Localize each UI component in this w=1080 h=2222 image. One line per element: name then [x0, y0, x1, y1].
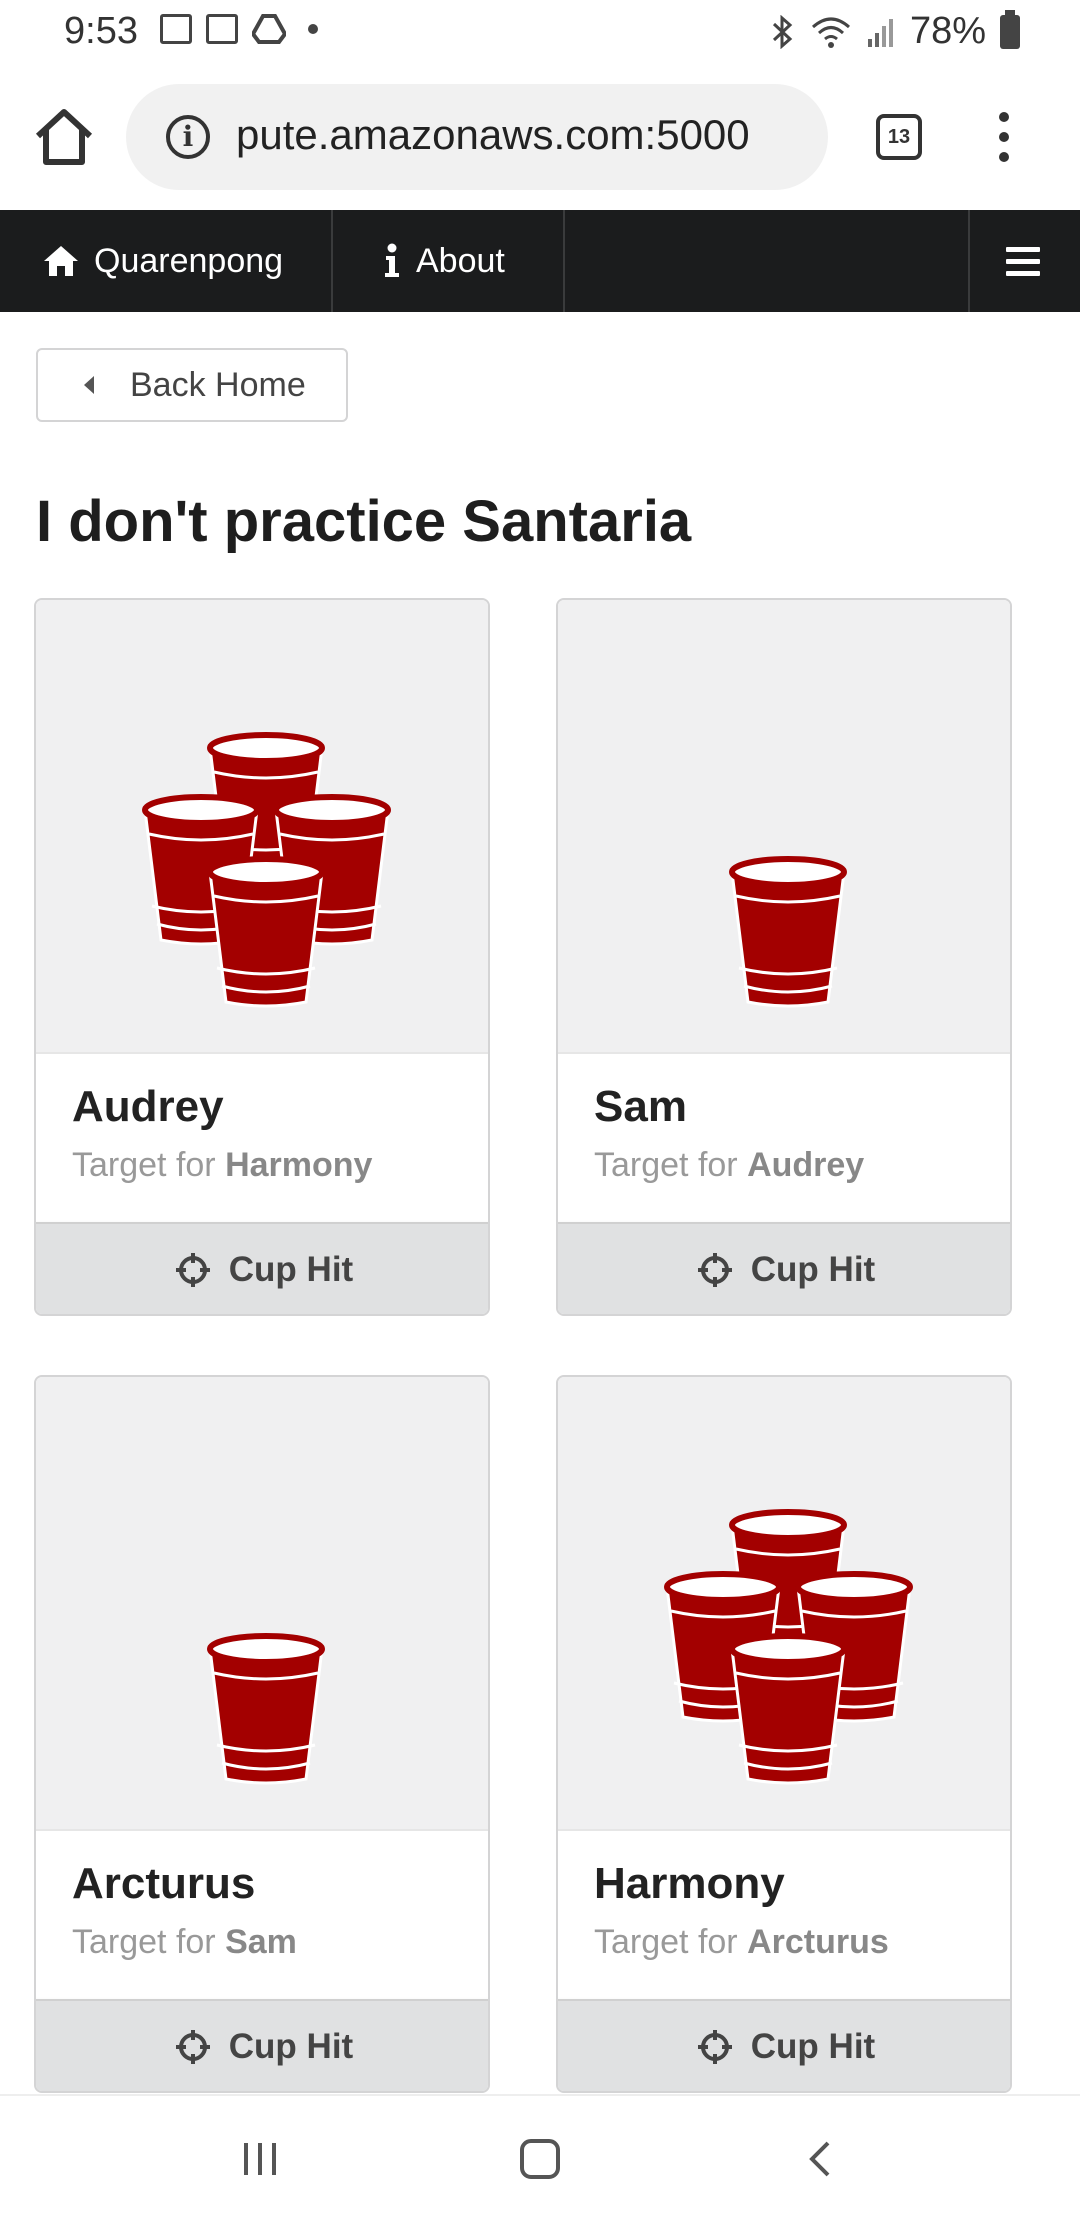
notification-icons [160, 14, 318, 44]
player-target: Target for Arcturus [594, 1923, 889, 1962]
player-target: Target for Harmony [72, 1146, 372, 1185]
cup-icon [207, 1633, 325, 1785]
hamburger-menu-icon[interactable] [1006, 247, 1040, 283]
status-bar: 9:53 78% [0, 0, 1080, 66]
cup-hit-button[interactable]: Cup Hit [558, 1222, 1010, 1314]
back-nav-icon[interactable] [780, 2096, 860, 2222]
player-card: Audrey Target for Harmony Cup Hit [34, 598, 490, 1316]
tab-switcher-button[interactable]: 13 [876, 114, 922, 160]
player-name: Arcturus [72, 1859, 256, 1908]
site-navbar: Quarenpong About [0, 210, 1080, 312]
cups-icon [142, 732, 391, 1008]
cup-hit-label: Cup Hit [750, 2027, 876, 2066]
mail-notification-icon [206, 14, 238, 44]
player-name: Harmony [594, 1859, 785, 1908]
player-card: Arcturus Target for Sam Cup Hit [34, 1375, 490, 2093]
cup-hit-label: Cup Hit [228, 1250, 354, 1289]
target-prefix: Target for [594, 1923, 738, 1961]
status-right: 78% [770, 9, 1020, 53]
target-name: Harmony [225, 1146, 373, 1184]
nav-brand-link[interactable]: Quarenpong [42, 210, 283, 312]
browser-menu-icon[interactable] [994, 112, 1014, 164]
target-name: Audrey [747, 1146, 865, 1184]
battery-percent: 78% [909, 10, 986, 52]
battery-icon [1000, 9, 1020, 49]
status-time: 9:53 [64, 10, 138, 52]
url-bar[interactable]: i pute.amazonaws.com:5000 [126, 84, 828, 190]
player-target: Target for Sam [72, 1923, 297, 1962]
cup-hit-button[interactable]: Cup Hit [36, 1222, 488, 1314]
home-icon [44, 246, 78, 276]
crosshairs-icon [697, 2030, 732, 2064]
crosshairs-icon [175, 2030, 210, 2064]
target-prefix: Target for [72, 1146, 216, 1184]
home-nav-icon[interactable] [500, 2096, 580, 2222]
nav-brand-label: Quarenpong [94, 241, 284, 280]
url-text[interactable]: pute.amazonaws.com:5000 [236, 111, 816, 159]
back-home-label: Back Home [130, 365, 306, 404]
nav-divider [563, 210, 565, 312]
nav-about-link[interactable]: About [382, 210, 505, 312]
cup-image [558, 1377, 1010, 1831]
target-prefix: Target for [72, 1923, 216, 1961]
player-card: Sam Target for Audrey Cup Hit [556, 598, 1012, 1316]
player-target: Target for Audrey [594, 1146, 864, 1185]
cup-hit-label: Cup Hit [750, 1250, 876, 1289]
back-home-button[interactable]: Back Home [36, 348, 348, 422]
browser-home-icon[interactable] [28, 102, 100, 174]
recent-apps-icon[interactable] [220, 2096, 300, 2222]
player-name: Sam [594, 1082, 687, 1131]
target-name: Sam [225, 1923, 297, 1961]
system-navigation-bar [0, 2094, 1080, 2222]
cup-icon [729, 1633, 847, 1785]
nav-divider [968, 210, 970, 312]
crosshairs-icon [175, 1253, 210, 1287]
cup-hit-label: Cup Hit [228, 2027, 354, 2066]
cups-icon [664, 1509, 913, 1785]
signal-icon [867, 18, 893, 47]
cup-image [36, 1377, 488, 1831]
page-title: I don't practice Santaria [36, 489, 692, 554]
site-info-icon[interactable]: i [166, 115, 210, 159]
player-name: Audrey [72, 1082, 224, 1131]
target-name: Arcturus [747, 1923, 889, 1961]
caret-left-icon [84, 376, 94, 394]
cup-icon [729, 856, 847, 1008]
crosshairs-icon [697, 1253, 732, 1287]
browser-toolbar: i pute.amazonaws.com:5000 13 [0, 66, 1080, 210]
nav-divider [331, 210, 333, 312]
gallery-notification-icon [160, 14, 192, 44]
cup-hit-button[interactable]: Cup Hit [36, 1999, 488, 2091]
player-card: Harmony Target for Arcturus Cup Hit [556, 1375, 1012, 2093]
cup-icon [207, 1633, 325, 1785]
bluetooth-icon [772, 14, 793, 49]
wifi-icon [811, 17, 850, 48]
cup-image [558, 600, 1010, 1054]
target-prefix: Target for [594, 1146, 738, 1184]
cup-icon [207, 856, 325, 1008]
nav-about-label: About [416, 241, 505, 280]
drive-notification-icon [252, 14, 286, 44]
more-notifications-dot [308, 24, 318, 34]
info-icon [385, 243, 399, 277]
cup-hit-button[interactable]: Cup Hit [558, 1999, 1010, 2091]
cup-image [36, 600, 488, 1054]
cup-icon [729, 856, 847, 1008]
